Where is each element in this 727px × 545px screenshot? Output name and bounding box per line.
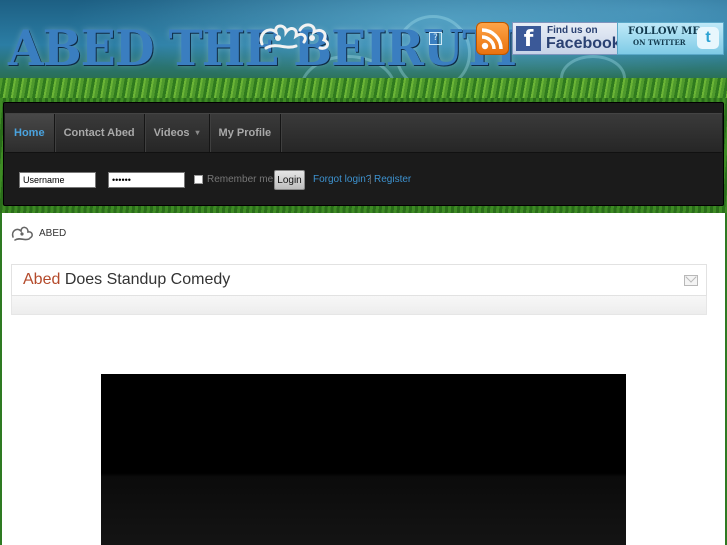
username-input[interactable] [19, 172, 96, 188]
twitter-line1: FOLLOW ME [628, 26, 700, 37]
link-separator: | [369, 174, 372, 185]
article-header: Abed Does Standup Comedy [11, 264, 707, 296]
cloud-logo-icon [259, 23, 329, 50]
main-content: ABED Abed Does Standup Comedy [2, 213, 725, 545]
menu-item-label: Videos [153, 127, 190, 139]
menu-item-my-profile[interactable]: My Profile [210, 114, 282, 152]
remember-me-checkbox[interactable] [194, 175, 203, 184]
twitter-line2: ON TWITTER [633, 38, 686, 47]
remember-me-label: Remember me [207, 174, 274, 185]
menu-item-contact-abed[interactable]: Contact Abed [55, 114, 145, 152]
menu-item-videos[interactable]: Videos ▾ [145, 114, 210, 152]
help-icon[interactable]: ? [429, 32, 442, 45]
login-button[interactable]: Login [274, 170, 305, 190]
menu-item-label: Home [14, 127, 45, 139]
main-menu: Home Contact Abed Videos ▾ My Profile [5, 113, 722, 153]
article-info-bar [11, 296, 707, 315]
article-title: Abed Does Standup Comedy [23, 271, 230, 289]
nav-wrapper: Home Contact Abed Videos ▾ My Profile Rem… [0, 98, 727, 213]
rss-icon[interactable] [476, 22, 509, 55]
facebook-line2: Facebook [546, 35, 621, 52]
chevron-down-icon: ▾ [195, 128, 200, 137]
twitter-badge[interactable]: FOLLOW ME ON TWITTER t [617, 22, 724, 55]
grass-border [0, 78, 727, 100]
cloud-icon [11, 226, 33, 241]
breadcrumb[interactable]: ABED [39, 228, 66, 239]
facebook-badge[interactable]: f Find us on Facebook [512, 22, 621, 55]
menu-item-label: My Profile [218, 127, 272, 139]
video-player[interactable] [101, 374, 626, 545]
register-link[interactable]: Register [374, 174, 411, 185]
site-header: ABED THE BEIRUTI ? f Find us on Facebook… [0, 0, 727, 100]
nav-panel: Home Contact Abed Videos ▾ My Profile Rem… [3, 102, 724, 206]
password-input[interactable] [108, 172, 185, 188]
email-icon[interactable] [684, 275, 698, 286]
facebook-icon: f [516, 26, 541, 52]
menu-item-home[interactable]: Home [5, 114, 55, 152]
article-title-rest: Does Standup Comedy [60, 271, 231, 288]
menu-item-label: Contact Abed [63, 127, 135, 139]
twitter-icon: t [697, 27, 719, 49]
forgot-login-link[interactable]: Forgot login? [313, 174, 371, 185]
article-title-accent: Abed [23, 271, 61, 288]
